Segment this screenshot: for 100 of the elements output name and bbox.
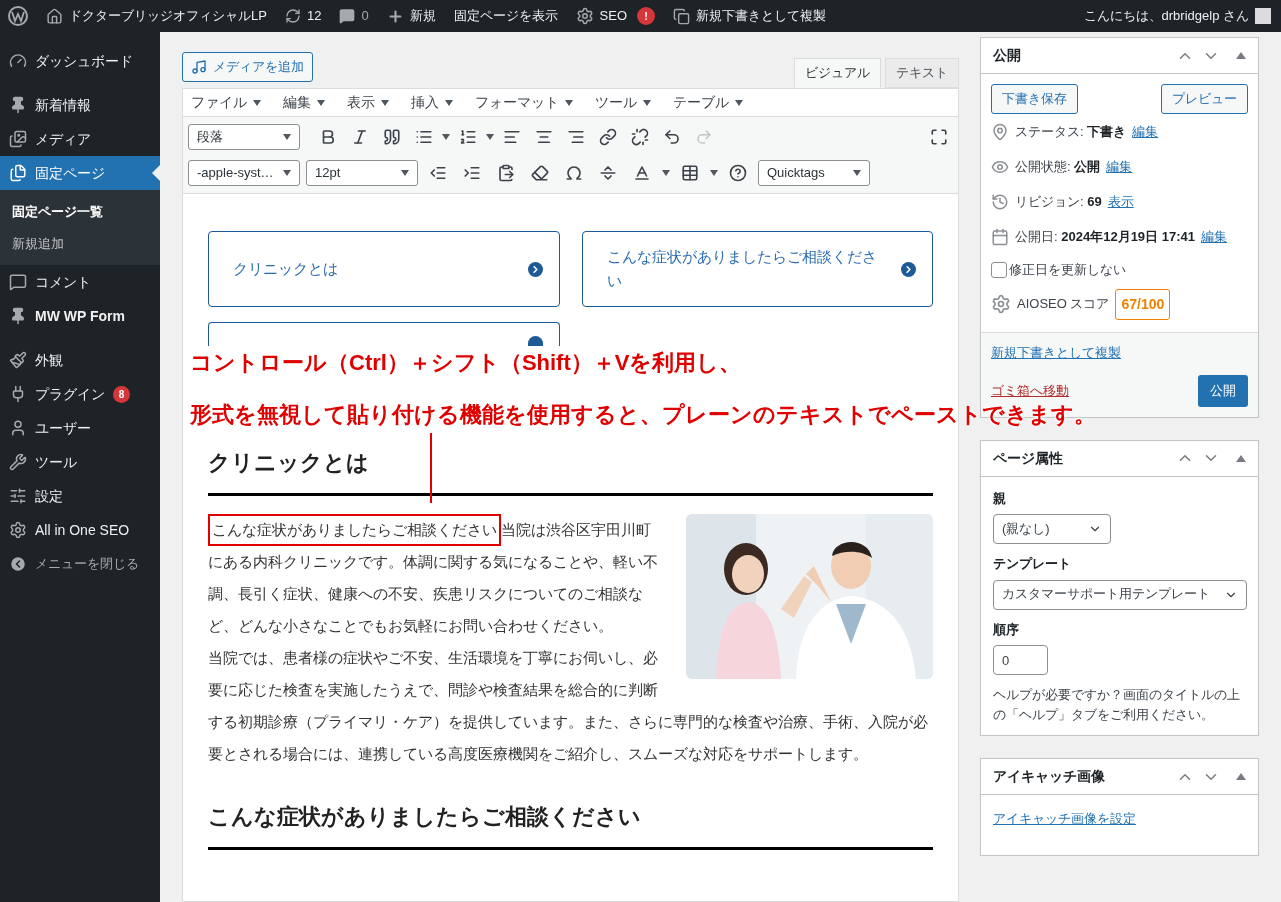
- count-badge: 8: [113, 385, 130, 403]
- comments-link[interactable]: 0: [339, 6, 369, 26]
- seo-score-label: AIOSEO スコア: [1017, 295, 1110, 314]
- duplicate-link[interactable]: 新規下書きとして複製: [991, 345, 1121, 360]
- menu-item[interactable]: ダッシュボード: [0, 44, 160, 78]
- pin-icon: [9, 96, 27, 114]
- menu-button[interactable]: 表示: [343, 92, 393, 113]
- font-select[interactable]: -apple-syst…: [188, 160, 300, 186]
- paragraph: 当院では、患者様の症状やご不安、生活環境を丁寧にお伺いし、必要に応じた検査を実施したうえで、問診や検査結果を総合的に判断する初期診療（プライマリ・ケア）を提供しています。また、さらに専門的な検査や治療、手術、入院が必要とされる場合には、連携している高度医療機関をご紹介し、スムーズな対応をサポートします。: [208, 649, 929, 764]
- menu-item[interactable]: ツール: [0, 445, 160, 479]
- caret-icon: [442, 134, 450, 140]
- menu-button[interactable]: 編集: [279, 92, 329, 113]
- menu-button[interactable]: 挿入: [407, 92, 457, 113]
- caret-icon: [643, 99, 651, 106]
- user-icon: [9, 419, 27, 437]
- user-greeting[interactable]: こんにちは、drbridgelp さん: [1083, 6, 1249, 26]
- order-field[interactable]: 0: [993, 645, 1048, 675]
- duplicate-link[interactable]: 新規下書きとして複製: [673, 6, 827, 26]
- site-link[interactable]: ドクターブリッジオフィシャルLP: [46, 6, 267, 26]
- menu-item[interactable]: MW WP Form: [0, 299, 160, 333]
- section-heading: クリニックとは: [208, 446, 933, 496]
- menu-item[interactable]: メディア: [0, 122, 160, 156]
- comment-icon: [339, 8, 356, 24]
- caret-icon: [710, 170, 718, 176]
- caret-icon: [853, 170, 861, 176]
- caret-icon: [253, 99, 261, 106]
- edit-link[interactable]: 表示: [1107, 191, 1134, 212]
- paintbrush-icon: [9, 351, 27, 369]
- gear-icon: [991, 294, 1011, 314]
- status-label: 公開日: 2024年12月19日 17:41: [1015, 227, 1195, 246]
- menu-item[interactable]: All in One SEO: [0, 513, 160, 547]
- trash-link[interactable]: ゴミ箱へ移動: [991, 380, 1069, 401]
- format-select[interactable]: 段落: [188, 124, 300, 150]
- status-label: リビジョン: 69: [1015, 192, 1102, 211]
- status-label: ステータス: 下書き: [1015, 122, 1127, 141]
- caret-icon: [381, 99, 389, 106]
- collapse-menu[interactable]: メニューを閉じる: [0, 547, 160, 581]
- menu-item[interactable]: コメント: [0, 265, 160, 299]
- caret-icon: [735, 99, 743, 106]
- quicktags-select[interactable]: Quicktags: [758, 160, 870, 186]
- box-title: アイキャッチ画像: [993, 767, 1106, 786]
- size-select[interactable]: 12pt: [306, 160, 418, 186]
- pin-icon: [991, 122, 1009, 141]
- sliders-icon: [9, 487, 27, 505]
- alert-badge: !: [637, 7, 656, 25]
- template-select[interactable]: カスタマーサポート用テンプレート: [993, 579, 1247, 610]
- triangle-icon[interactable]: [1236, 773, 1246, 780]
- menu-item[interactable]: 外観: [0, 343, 160, 377]
- menu-item[interactable]: 新着情報: [0, 88, 160, 122]
- logo-icon[interactable]: [8, 6, 28, 26]
- editor-tab[interactable]: ビジュアル: [794, 58, 881, 88]
- link-card[interactable]: クリニックとは: [208, 231, 560, 307]
- help-text: ヘルプが必要ですか？画面のタイトルの上の「ヘルプ」タブをご利用ください。: [993, 687, 1241, 724]
- pin-icon: [9, 307, 27, 325]
- edit-link[interactable]: 編集: [1132, 121, 1159, 142]
- edit-link[interactable]: 編集: [1200, 226, 1227, 247]
- menu-item[interactable]: プラグイン 8: [0, 377, 160, 411]
- submenu-item[interactable]: 固定ページ一覧: [0, 196, 160, 228]
- preview-button[interactable]: プレビュー: [1161, 84, 1248, 114]
- link-card[interactable]: [208, 322, 560, 346]
- add-media-button[interactable]: メディアを追加: [182, 52, 313, 82]
- menu-button[interactable]: テーブル: [669, 92, 747, 113]
- link-card[interactable]: こんな症状がありましたらご相談ください: [581, 231, 933, 307]
- checkbox-row[interactable]: 修正日を更新しない: [991, 254, 1248, 286]
- triangle-icon[interactable]: [1236, 454, 1246, 462]
- caret-icon: [565, 99, 573, 106]
- status-label: 公開状態: 公開: [1015, 157, 1101, 176]
- view-page-link[interactable]: 固定ページを表示: [453, 6, 558, 26]
- paragraph: こんな症状がありましたらご相談ください 当院は渋谷区宇田川町にある内科クリニックです。体調に関する気になることや、軽い不調、長引く症状、健康への不安、疾患リスクについてのご相談など、どんな小さなことでもお気軽にお問い合わせください。: [208, 514, 933, 642]
- caret-icon: [283, 170, 291, 176]
- menu-item[interactable]: 固定ページ: [0, 156, 160, 190]
- checkbox[interactable]: [991, 262, 1007, 278]
- menu-button[interactable]: ツール: [591, 92, 655, 113]
- submenu-item[interactable]: 新規追加: [0, 227, 160, 259]
- pages-icon: [9, 164, 27, 182]
- publish-button[interactable]: 公開: [1198, 374, 1248, 407]
- set-image-link[interactable]: アイキャッチ画像を設定: [993, 811, 1136, 826]
- annotation-text: コントロール（Ctrl）＋シフト（Shift）＋Vを利用し、: [190, 349, 742, 377]
- field-label: テンプレート: [993, 555, 1072, 573]
- triangle-icon[interactable]: [1236, 52, 1246, 59]
- parent-select[interactable]: (親なし): [993, 514, 1111, 544]
- copy-icon: [673, 7, 691, 25]
- box-title: ページ属性: [993, 448, 1064, 468]
- menu-button[interactable]: ファイル: [187, 92, 265, 113]
- save-draft-button[interactable]: 下書き保存: [991, 84, 1078, 114]
- section-heading: こんな症状がありましたらご相談ください: [208, 800, 933, 850]
- new-link[interactable]: 新規: [386, 6, 436, 26]
- menu-button[interactable]: フォーマット: [471, 92, 577, 113]
- edit-link[interactable]: 編集: [1106, 156, 1133, 177]
- comment-icon: [9, 273, 27, 291]
- menu-item[interactable]: 設定: [0, 479, 160, 513]
- field-label: 親: [993, 489, 1007, 508]
- editor-tab[interactable]: テキスト: [885, 58, 959, 88]
- caret-icon: [445, 99, 453, 106]
- seo-link[interactable]: SEO !: [575, 6, 656, 26]
- wrench-icon: [9, 453, 27, 471]
- history-icon: [991, 192, 1009, 211]
- updates-link[interactable]: 12: [284, 6, 322, 26]
- annotation-text: 形式を無視して貼り付ける機能を使用すると、プレーンのテキストでペーストできます。: [190, 401, 1096, 429]
- menu-item[interactable]: ユーザー: [0, 411, 160, 445]
